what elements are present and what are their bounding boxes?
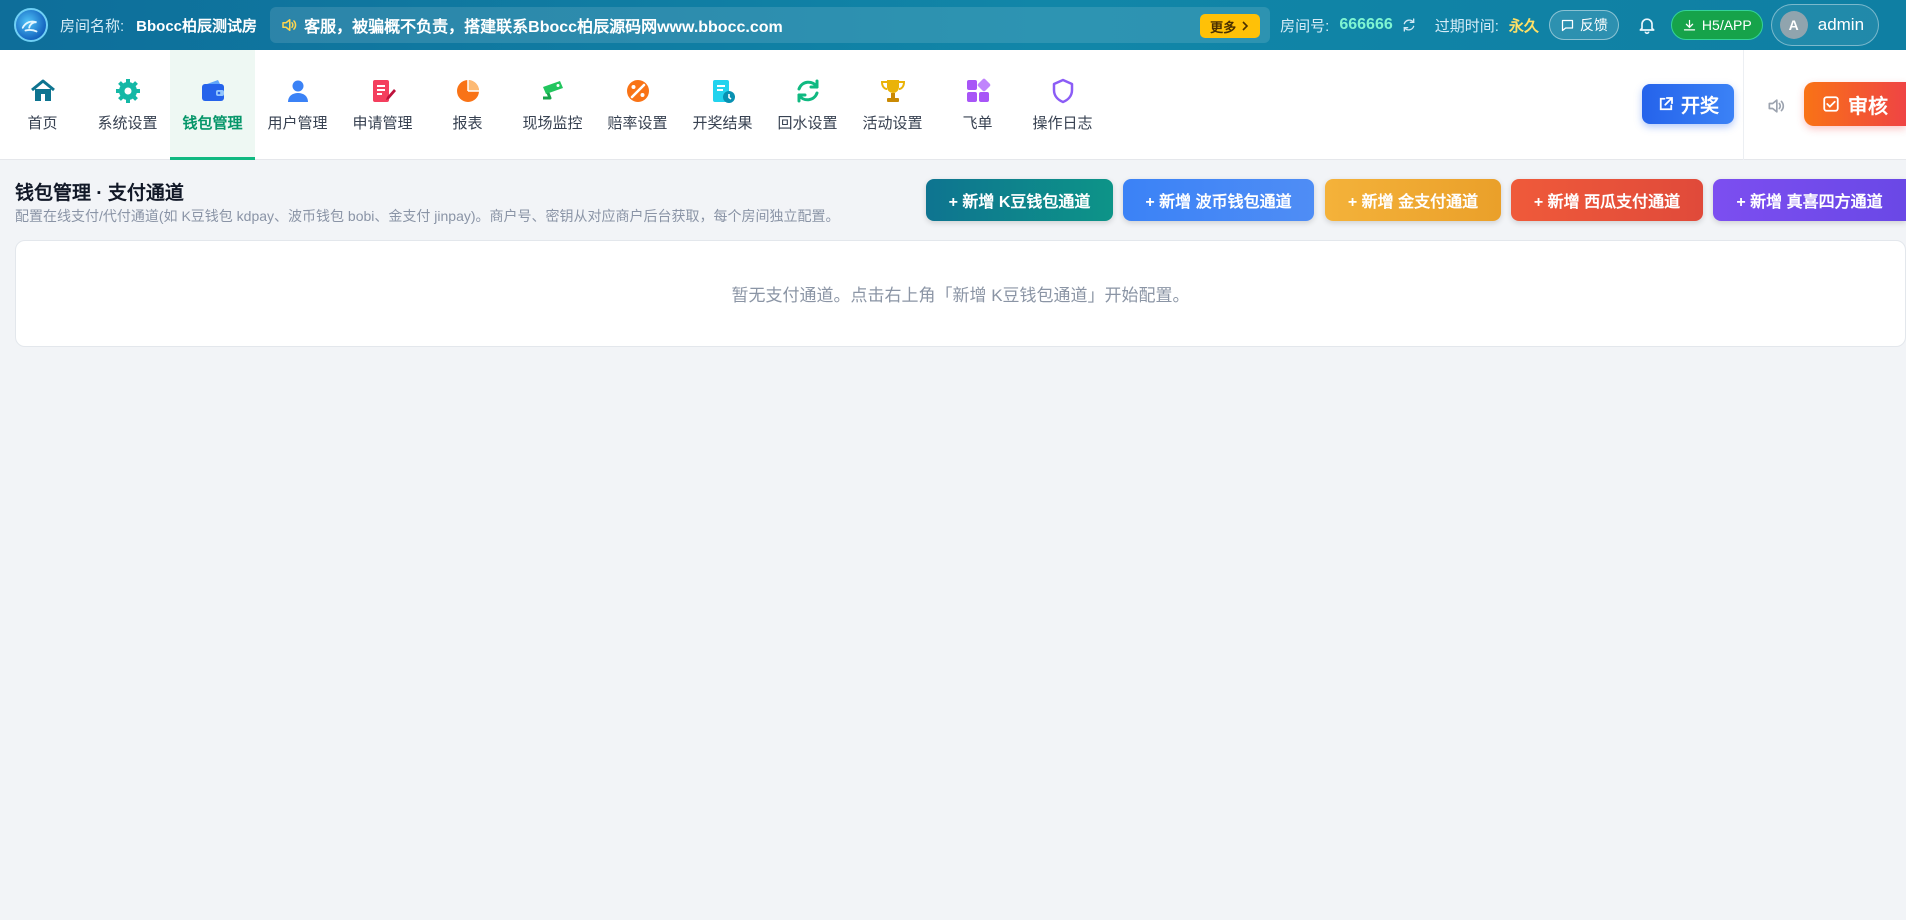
nav-item-draw-results[interactable]: 开奖结果 <box>680 50 765 160</box>
logo <box>14 8 48 42</box>
download-icon <box>1683 19 1696 30</box>
gear-icon <box>115 79 140 103</box>
channel-list-empty: 暂无支付通道。点击右上角「新增 K豆钱包通道」开始配置。 <box>15 240 1906 347</box>
nav-label-activity-settings: 活动设置 <box>862 115 923 132</box>
nav-item-wallet[interactable]: 钱包管理 <box>170 50 255 160</box>
chat-icon <box>1561 19 1574 31</box>
announcement-text: 客服，被骗概不负责，搭建联系Bbocc柏辰源码网www.bbocc.com <box>304 19 783 36</box>
nav-label-fly-orders: 飞单 <box>962 115 993 132</box>
audit-label: 审核 <box>1848 95 1888 118</box>
nav-label-operation-log: 操作日志 <box>1032 115 1093 132</box>
main-nav: 首页 系统设置 钱包管理 用户管理 申请管理 报表 现场监控 赔率设置 开奖结果… <box>0 50 1906 160</box>
camera-icon <box>542 81 563 100</box>
refresh-icon[interactable] <box>1401 17 1417 33</box>
nav-item-fly-orders[interactable]: 飞单 <box>935 50 1020 160</box>
speaker-icon <box>282 19 297 31</box>
logo-icon <box>21 20 38 33</box>
refresh-icon <box>797 79 818 103</box>
add-kdpay-channel-button[interactable]: + 新增 K豆钱包通道 <box>926 179 1113 221</box>
nav-item-home[interactable]: 首页 <box>0 50 85 160</box>
nav-item-users[interactable]: 用户管理 <box>255 50 340 160</box>
audit-button[interactable]: 审核 <box>1804 82 1906 126</box>
nav-label-odds-settings: 赔率设置 <box>607 115 668 132</box>
nav-label-users: 用户管理 <box>267 115 328 132</box>
checkbox-icon <box>1823 96 1839 112</box>
nav-item-rebate-settings[interactable]: 回水设置 <box>765 50 850 160</box>
shield-icon <box>1052 78 1073 104</box>
sound-icon[interactable] <box>1766 96 1786 116</box>
announcement-marquee: 客服，被骗概不负责，搭建联系Bbocc柏辰源码网www.bbocc.com 更多 <box>270 7 1271 43</box>
page-title: 钱包管理 · 支付通道 <box>15 183 184 204</box>
home-icon <box>30 79 55 101</box>
draw-label: 开奖 <box>1680 95 1719 117</box>
add-zhenxi-channel-button[interactable]: + 新增 真喜四方通道 <box>1713 179 1906 221</box>
feedback-label: 反馈 <box>1579 17 1608 33</box>
nav-label-rebate-settings: 回水设置 <box>777 115 838 132</box>
nav-item-live-monitor[interactable]: 现场监控 <box>510 50 595 160</box>
wallet-icon <box>201 80 224 101</box>
more-button[interactable]: 更多 <box>1200 14 1261 38</box>
nav-item-odds-settings[interactable]: 赔率设置 <box>595 50 680 160</box>
room-number: 666666 <box>1339 16 1393 33</box>
external-link-icon <box>1659 97 1673 111</box>
pie-chart-icon <box>456 80 479 102</box>
percent-icon <box>626 80 649 102</box>
draw-button[interactable]: 开奖 <box>1642 84 1734 124</box>
edit-doc-icon <box>372 80 396 102</box>
user-menu[interactable]: A admin <box>1770 4 1880 46</box>
trophy-icon <box>880 80 905 102</box>
more-label: 更多 <box>1210 19 1237 35</box>
user-icon <box>287 80 308 102</box>
nav-label-system-settings: 系统设置 <box>97 115 158 132</box>
nav-label-draw-results: 开奖结果 <box>692 115 753 132</box>
chevron-right-icon <box>1242 21 1249 31</box>
add-jinpay-channel-button[interactable]: + 新增 金支付通道 <box>1325 179 1501 221</box>
h5-app-button[interactable]: H5/APP <box>1670 10 1763 40</box>
h5-app-label: H5/APP <box>1701 17 1752 33</box>
expire-label: 过期时间: <box>1434 17 1499 35</box>
nav-item-reports[interactable]: 报表 <box>425 50 510 160</box>
username: admin <box>1817 15 1865 34</box>
nav-item-applications[interactable]: 申请管理 <box>340 50 425 160</box>
result-doc-icon <box>712 80 735 103</box>
bell-icon[interactable] <box>1637 15 1657 35</box>
nav-label-wallet: 钱包管理 <box>182 115 243 132</box>
nav-label-applications: 申请管理 <box>352 115 413 132</box>
nav-item-activity-settings[interactable]: 活动设置 <box>850 50 935 160</box>
nav-label-reports: 报表 <box>452 115 483 132</box>
top-bar: 房间名称: Bbocc柏辰测试房 客服，被骗概不负责，搭建联系Bbocc柏辰源码… <box>0 0 1906 50</box>
nav-label-home: 首页 <box>27 115 58 132</box>
expire-value: 永久 <box>1508 17 1539 35</box>
add-bobi-channel-button[interactable]: + 新增 波币钱包通道 <box>1123 179 1314 221</box>
feedback-button[interactable]: 反馈 <box>1548 10 1619 40</box>
page-description: 配置在线支付/代付通道(如 K豆钱包 kdpay、波币钱包 bobi、金支付 j… <box>15 208 840 224</box>
nav-item-system-settings[interactable]: 系统设置 <box>85 50 170 160</box>
nav-item-operation-log[interactable]: 操作日志 <box>1020 50 1105 160</box>
avatar: A <box>1779 11 1808 39</box>
room-name: Bbocc柏辰测试房 <box>136 17 258 35</box>
nav-divider <box>1743 50 1744 160</box>
add-xigua-channel-button[interactable]: + 新增 西瓜支付通道 <box>1511 179 1703 221</box>
grid-icon <box>966 78 990 102</box>
nav-label-live-monitor: 现场监控 <box>522 115 583 132</box>
room-number-label: 房间号: <box>1280 17 1330 35</box>
room-name-label: 房间名称: <box>60 17 125 35</box>
empty-state-text: 暂无支付通道。点击右上角「新增 K豆钱包通道」开始配置。 <box>731 286 1190 305</box>
